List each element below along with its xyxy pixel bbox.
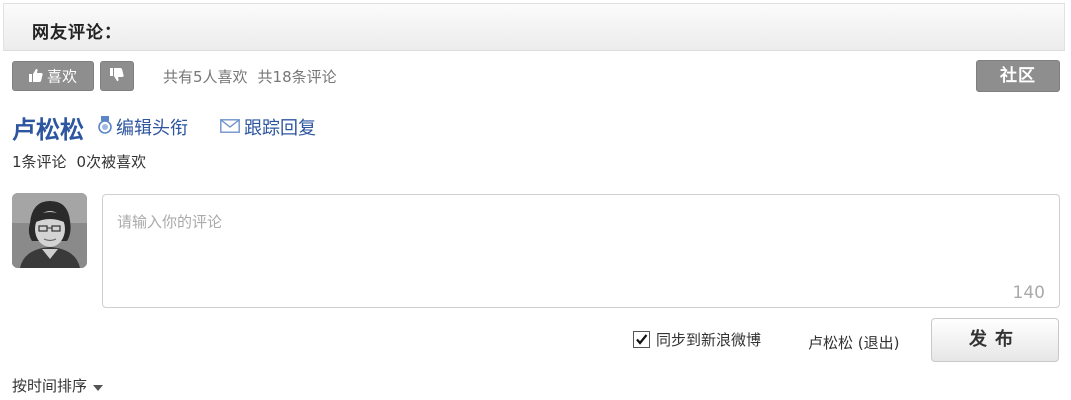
username: 卢松松 bbox=[12, 116, 84, 144]
panel-header: 网友评论： bbox=[3, 3, 1065, 51]
follow-reply-label: 跟踪回复 bbox=[244, 118, 316, 139]
user-stats: 1条评论 0次被喜欢 bbox=[12, 151, 146, 172]
panel-title: 网友评论： bbox=[32, 23, 122, 43]
likes-count-text: 共有5人喜欢 bbox=[163, 68, 248, 86]
sort-dropdown[interactable]: 按时间排序 bbox=[12, 375, 104, 396]
like-button[interactable]: 喜欢 bbox=[12, 61, 94, 91]
login-info: 卢松松 (退出) bbox=[808, 332, 900, 353]
envelope-icon bbox=[220, 117, 240, 138]
avatar bbox=[12, 193, 87, 268]
edit-title-label: 编辑头衔 bbox=[116, 118, 188, 139]
community-button[interactable]: 社区 bbox=[976, 60, 1060, 92]
comments-count-text: 共18条评论 bbox=[257, 68, 337, 86]
publish-button[interactable]: 发布 bbox=[931, 318, 1059, 362]
like-button-label: 喜欢 bbox=[46, 67, 77, 86]
comment-box: 140 bbox=[102, 194, 1060, 308]
dislike-button[interactable] bbox=[100, 61, 134, 91]
medal-icon bbox=[98, 115, 112, 139]
char-count: 140 bbox=[1012, 283, 1045, 303]
sync-weibo-checkbox[interactable] bbox=[633, 331, 650, 348]
logout-link[interactable]: (退出) bbox=[858, 334, 900, 352]
chevron-down-icon bbox=[93, 377, 104, 395]
thumbs-up-icon bbox=[28, 63, 43, 91]
sync-weibo[interactable]: 同步到新浪微博 bbox=[633, 329, 761, 350]
user-comments-count: 1条评论 bbox=[12, 153, 67, 171]
sort-label: 按时间排序 bbox=[12, 377, 88, 395]
sync-weibo-label: 同步到新浪微博 bbox=[656, 331, 762, 349]
like-comment-stats: 共有5人喜欢 共18条评论 bbox=[163, 66, 337, 87]
comment-input[interactable] bbox=[103, 195, 1059, 307]
thumbs-down-icon bbox=[110, 68, 124, 86]
comment-panel: 网友评论： 喜欢 共有5人喜欢 共18条评论 社区 卢松松 编辑头衔 跟踪回复 … bbox=[0, 0, 1071, 400]
user-liked-count: 0次被喜欢 bbox=[76, 153, 147, 171]
edit-title-link[interactable]: 编辑头衔 bbox=[98, 114, 188, 140]
follow-reply-link[interactable]: 跟踪回复 bbox=[220, 114, 316, 140]
login-username: 卢松松 bbox=[808, 334, 854, 352]
